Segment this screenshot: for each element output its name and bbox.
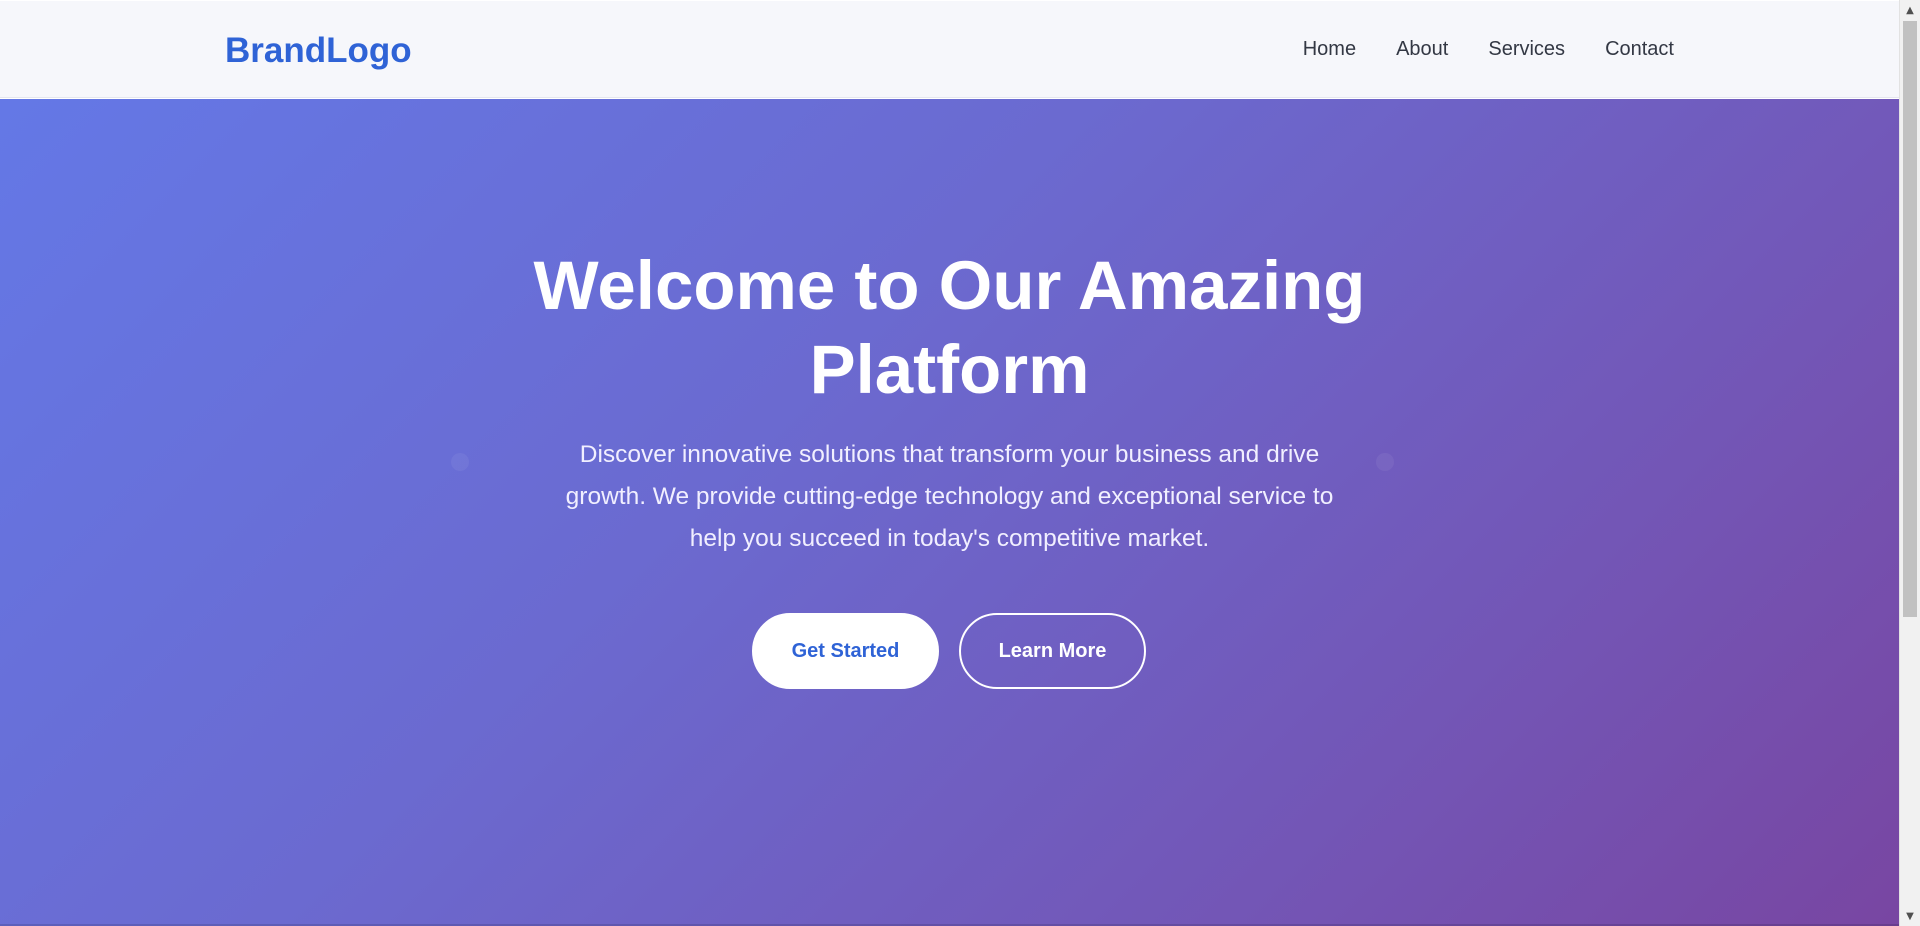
triangle-up-icon[interactable]: ▲ xyxy=(1900,0,1920,20)
nav-item-home: Home xyxy=(1303,38,1356,61)
learn-more-button[interactable]: Learn More xyxy=(959,613,1146,689)
nav-link-home[interactable]: Home xyxy=(1303,38,1356,60)
nav-item-contact: Contact xyxy=(1605,38,1674,61)
nav-link-contact[interactable]: Contact xyxy=(1605,38,1674,60)
hero-title: Welcome to Our Amazing Platform xyxy=(533,247,1366,408)
decorative-dot xyxy=(451,453,469,471)
nav-link-services[interactable]: Services xyxy=(1488,38,1565,60)
nav-link-about[interactable]: About xyxy=(1396,38,1448,60)
vertical-scrollbar[interactable]: ▲ ▼ xyxy=(1899,0,1920,926)
hero-subtitle: Discover innovative solutions that trans… xyxy=(565,441,1334,552)
nav-item-about: About xyxy=(1396,38,1448,61)
decorative-dot xyxy=(1376,453,1394,471)
nav-links: Home About Services Contact xyxy=(1303,38,1674,61)
get-started-button[interactable]: Get Started xyxy=(752,613,939,689)
navbar: BrandLogo Home About Services Contact xyxy=(0,1,1899,98)
page: BrandLogo Home About Services Contact We… xyxy=(0,0,1899,926)
triangle-down-icon[interactable]: ▼ xyxy=(1900,906,1920,926)
hero-section: Welcome to Our Amazing Platform Discover… xyxy=(0,99,1899,926)
brand-logo[interactable]: BrandLogo xyxy=(225,31,412,71)
nav-item-services: Services xyxy=(1488,38,1565,61)
scrollbar-thumb[interactable] xyxy=(1903,21,1917,617)
